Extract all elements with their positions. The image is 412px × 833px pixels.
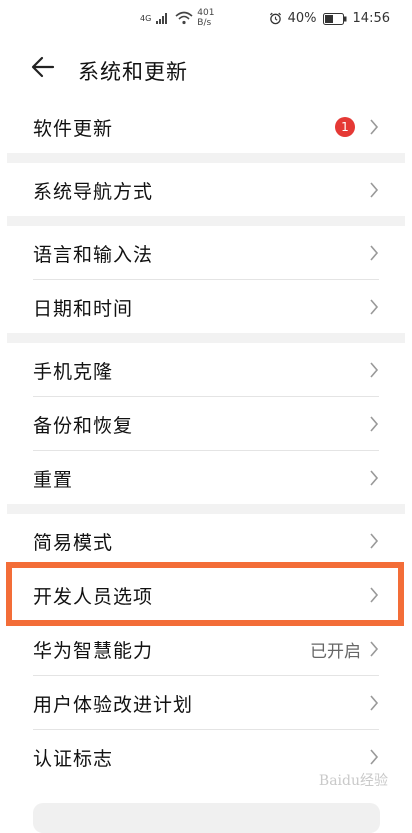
- wifi-icon: [175, 11, 193, 25]
- item-label: 软件更新: [33, 118, 114, 140]
- chevron-right-icon: [370, 533, 379, 549]
- alarm-clock-icon: [269, 12, 281, 25]
- item-label: 语言和输入法: [33, 244, 154, 266]
- item-label: 开发人员选项: [33, 586, 154, 608]
- chevron-right-icon: [370, 641, 379, 657]
- software-update-item[interactable]: 软件更新 1: [33, 100, 379, 153]
- chevron-right-icon: [370, 362, 379, 378]
- simple-mode-item[interactable]: 简易模式: [33, 514, 379, 568]
- chevron-right-icon: [370, 182, 379, 198]
- user-experience-item[interactable]: 用户体验改进计划: [33, 676, 379, 730]
- chevron-right-icon: [370, 470, 379, 486]
- bottom-card: [33, 803, 380, 833]
- page-title: 系统和更新: [78, 60, 188, 84]
- chevron-right-icon: [370, 749, 379, 765]
- reset-item[interactable]: 重置: [33, 451, 379, 504]
- item-label: 日期和时间: [33, 298, 134, 320]
- navigation-mode-item[interactable]: 系统导航方式: [33, 163, 379, 216]
- huawei-smart-ability-item[interactable]: 华为智慧能力 已开启: [33, 622, 379, 676]
- item-label: 备份和恢复: [33, 415, 134, 437]
- watermark: Baidu经验: [318, 773, 388, 789]
- chevron-right-icon: [370, 299, 379, 315]
- backup-restore-item[interactable]: 备份和恢复: [33, 397, 379, 451]
- back-button[interactable]: [30, 54, 60, 84]
- signal-icon: 4G: [140, 13, 152, 23]
- developer-options-item[interactable]: 开发人员选项: [33, 568, 379, 622]
- language-input-item[interactable]: 语言和输入法: [33, 226, 379, 280]
- clock-time: 14:56: [352, 11, 390, 26]
- status-bar: 4G 401 B/s 40% 14:56: [0, 0, 412, 40]
- update-count-badge: 1: [335, 117, 355, 137]
- chevron-right-icon: [370, 416, 379, 432]
- group-separator: [7, 153, 405, 163]
- item-label: 认证标志: [33, 748, 114, 770]
- group-separator: [7, 216, 405, 226]
- settings-list: 软件更新 1 系统导航方式 语言和输入法 日期和时间 手机克隆 备份和恢复 重置…: [0, 100, 412, 783]
- battery-icon: [322, 12, 347, 25]
- item-label: 重置: [33, 469, 74, 491]
- date-time-item[interactable]: 日期和时间: [33, 280, 379, 333]
- cell-signal-icon: [156, 13, 168, 24]
- item-label: 系统导航方式: [33, 181, 154, 203]
- item-label: 简易模式: [33, 532, 114, 554]
- group-separator: [7, 333, 405, 343]
- chevron-right-icon: [370, 695, 379, 711]
- chevron-right-icon: [370, 587, 379, 603]
- chevron-right-icon: [370, 119, 379, 135]
- network-indicators: 4G 401 B/s: [140, 8, 214, 28]
- net-speed: 401 B/s: [197, 8, 215, 28]
- item-label: 华为智慧能力: [33, 640, 154, 662]
- battery-percent: 40%: [287, 11, 317, 26]
- chevron-right-icon: [370, 245, 379, 261]
- status-value: 已开启: [310, 642, 361, 662]
- phone-clone-item[interactable]: 手机克隆: [33, 343, 379, 397]
- status-right: 40% 14:56: [269, 11, 390, 26]
- group-separator: [7, 504, 405, 514]
- arrow-left-icon: [31, 56, 55, 78]
- item-label: 手机克隆: [33, 361, 114, 383]
- app-header: 系统和更新: [0, 44, 412, 96]
- item-label: 用户体验改进计划: [33, 694, 194, 716]
